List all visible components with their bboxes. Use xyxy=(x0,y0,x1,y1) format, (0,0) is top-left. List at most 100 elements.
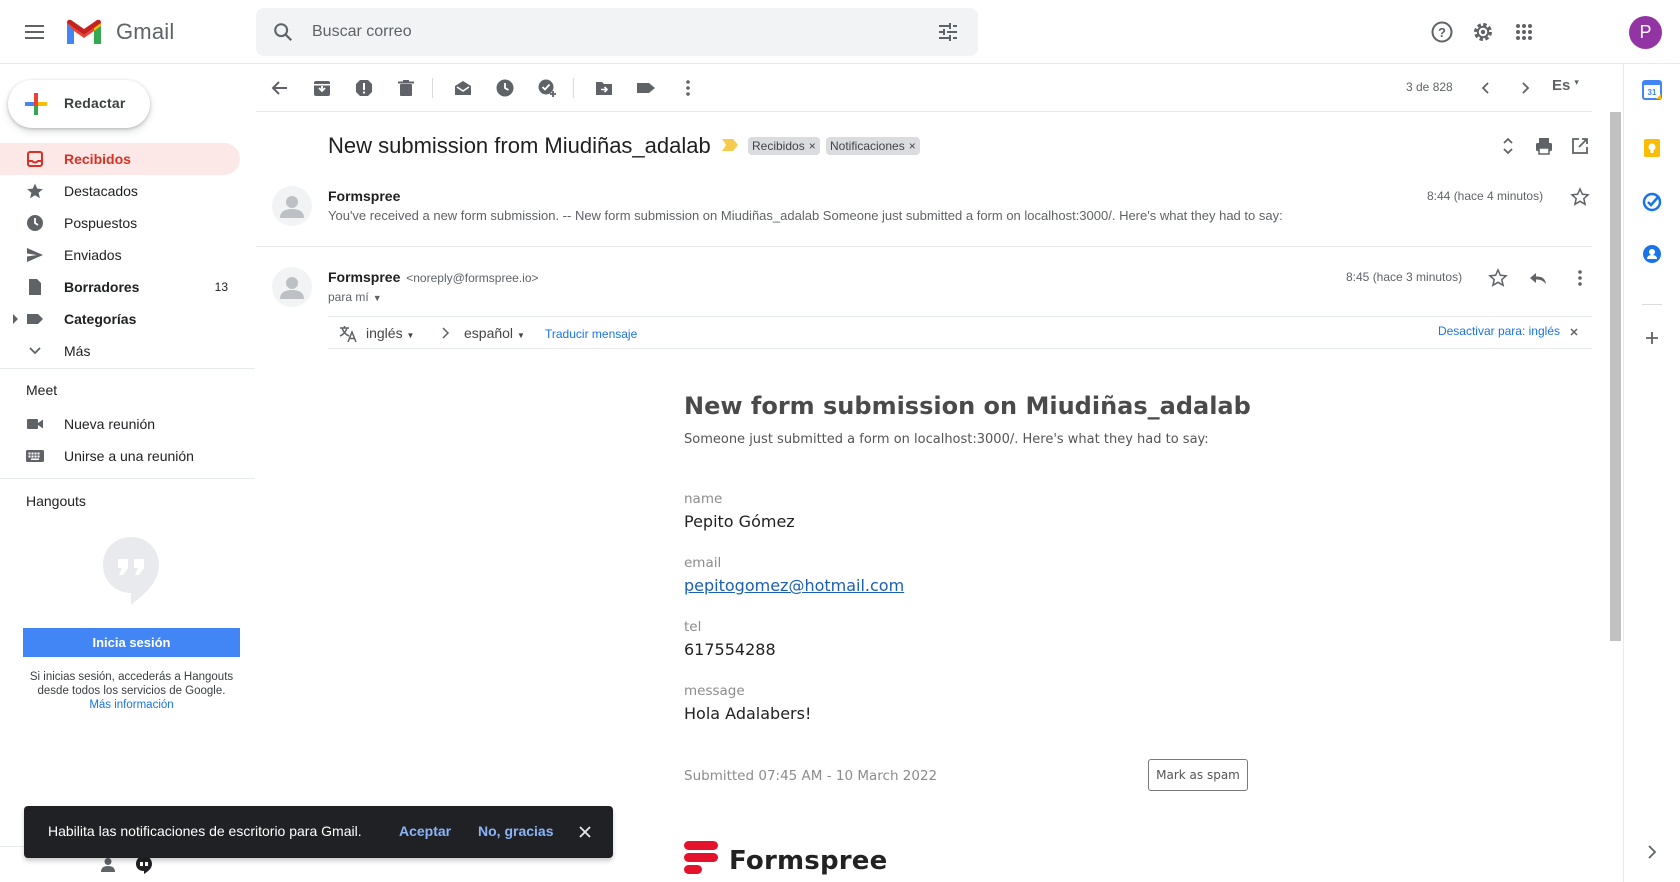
keep-icon[interactable] xyxy=(1642,138,1662,158)
gear-icon[interactable] xyxy=(1467,16,1499,48)
gmail-logo-icon[interactable] xyxy=(64,17,104,47)
print-icon[interactable] xyxy=(1534,136,1554,156)
sidebar-item-drafts[interactable]: Borradores 13 xyxy=(0,271,240,303)
search-bar[interactable] xyxy=(256,8,978,56)
report-spam-icon[interactable] xyxy=(354,78,374,98)
side-panel: 31 xyxy=(1623,64,1680,882)
divider xyxy=(0,368,255,369)
translate-icon xyxy=(338,324,358,344)
disable-translation-link[interactable]: Desactivar para: inglés xyxy=(1438,324,1560,338)
hangouts-more-info-link[interactable]: Más información xyxy=(18,699,245,711)
remove-label-button[interactable]: × xyxy=(909,139,916,153)
apps-icon[interactable] xyxy=(1508,16,1540,48)
close-icon[interactable] xyxy=(1568,326,1580,338)
message-snippet[interactable]: You've received a new form submission. -… xyxy=(328,208,1283,223)
field-key: message xyxy=(684,683,745,699)
email-link[interactable]: pepitogomez@hotmail.com xyxy=(684,576,904,595)
back-arrow-icon[interactable] xyxy=(270,78,290,98)
target-language-label: español xyxy=(464,325,514,341)
tasks-icon[interactable] xyxy=(1642,192,1662,212)
more-vert-icon[interactable] xyxy=(678,78,698,98)
label-chip-text: Notificaciones xyxy=(830,139,905,153)
translate-bar: inglés ▼ español ▼ Traducir mensaje Desa… xyxy=(328,316,1592,349)
hangouts-chat-icon[interactable] xyxy=(134,855,154,875)
message-toolbar: 3 de 828 Es ▾ xyxy=(256,64,1592,112)
importance-marker-icon[interactable] xyxy=(722,139,738,151)
close-icon[interactable] xyxy=(577,824,593,840)
search-icon[interactable] xyxy=(272,21,294,43)
inbox-icon xyxy=(26,150,44,168)
app-name[interactable]: Gmail xyxy=(116,19,174,45)
draft-icon xyxy=(26,278,44,296)
caret-down-icon[interactable]: ▼ xyxy=(373,293,382,303)
sidebar-item-categories[interactable]: Categorías xyxy=(0,303,240,335)
hangouts-signin-button[interactable]: Inicia sesión xyxy=(23,628,240,657)
caret-down-icon: ▼ xyxy=(516,331,525,340)
sidebar-item-more[interactable]: Más xyxy=(0,335,240,367)
more-vert-icon[interactable] xyxy=(1570,268,1590,288)
message-sender[interactable]: Formspree <noreply@formspree.io> xyxy=(328,269,539,285)
sidebar-item-label: Destacados xyxy=(64,183,138,199)
star-icon[interactable] xyxy=(1488,268,1508,288)
add-icon[interactable] xyxy=(1642,328,1662,348)
translate-message-link[interactable]: Traducir mensaje xyxy=(545,327,637,341)
expand-caret-icon[interactable] xyxy=(12,314,20,324)
move-to-icon[interactable] xyxy=(594,78,614,98)
formspree-logo-icon xyxy=(684,841,718,879)
contacts-icon[interactable] xyxy=(1642,244,1662,264)
pagination-count: 3 de 828 xyxy=(1406,80,1453,94)
add-task-icon[interactable] xyxy=(537,78,557,98)
compose-button[interactable]: Redactar xyxy=(8,80,150,128)
reply-icon[interactable] xyxy=(1528,268,1548,288)
sender-avatar xyxy=(272,267,312,307)
sidebar-item-label: Enviados xyxy=(64,247,122,263)
svg-text:?: ? xyxy=(1438,25,1446,40)
target-language-dropdown[interactable]: español ▼ xyxy=(464,325,525,341)
sidebar-item-sent[interactable]: Enviados xyxy=(0,239,240,271)
recipient-details[interactable]: para mí ▼ xyxy=(328,290,382,304)
sidebar-item-starred[interactable]: Destacados xyxy=(0,175,240,207)
open-new-window-icon[interactable] xyxy=(1570,136,1590,156)
person-icon[interactable] xyxy=(98,855,118,875)
delete-icon[interactable] xyxy=(396,78,416,98)
tune-icon[interactable] xyxy=(936,20,960,44)
input-language-selector[interactable]: Es ▾ xyxy=(1552,77,1579,94)
toolbar-separator xyxy=(573,78,574,98)
sidebar-item-inbox[interactable]: Recibidos xyxy=(0,143,240,175)
message-sender-name: Formspree xyxy=(328,269,401,285)
sidebar-item-label: Borradores xyxy=(64,279,140,295)
expand-all-icon[interactable] xyxy=(1498,136,1518,156)
chevron-right-icon xyxy=(440,327,450,339)
chevron-down-icon xyxy=(26,342,44,360)
message-sender[interactable]: Formspree xyxy=(328,188,400,204)
meet-nav: Nueva reunión Unirse a una reunión xyxy=(0,408,255,472)
label-icon[interactable] xyxy=(636,78,656,98)
sidebar-item-new-meeting[interactable]: Nueva reunión xyxy=(0,408,240,440)
field-value: Hola Adalabers! xyxy=(684,704,812,723)
help-icon[interactable]: ? xyxy=(1426,16,1458,48)
calendar-icon[interactable]: 31 xyxy=(1642,80,1662,100)
toast-accept-button[interactable]: Aceptar xyxy=(399,823,451,839)
toast-decline-button[interactable]: No, gracias xyxy=(478,823,553,839)
search-input[interactable] xyxy=(312,8,872,56)
sidebar-item-join-meeting[interactable]: Unirse a una reunión xyxy=(0,440,240,472)
chevron-right-icon[interactable] xyxy=(1642,842,1662,862)
star-icon[interactable] xyxy=(1570,187,1590,207)
newer-chevron-icon[interactable] xyxy=(1476,78,1496,98)
source-language-dropdown[interactable]: inglés ▼ xyxy=(366,325,414,341)
submitted-timestamp: Submitted 07:45 AM - 10 March 2022 xyxy=(684,768,938,784)
mark-as-spam-button[interactable]: Mark as spam xyxy=(1148,759,1248,791)
snooze-icon[interactable] xyxy=(495,78,515,98)
remove-label-button[interactable]: × xyxy=(809,139,816,153)
draft-count: 13 xyxy=(214,280,228,294)
sidebar-item-snoozed[interactable]: Pospuestos xyxy=(0,207,240,239)
caret-down-icon: ▾ xyxy=(1574,77,1579,87)
older-chevron-icon[interactable] xyxy=(1515,78,1535,98)
account-avatar[interactable]: P xyxy=(1629,16,1662,49)
email-body-subtitle: Someone just submitted a form on localho… xyxy=(684,432,1209,447)
archive-icon[interactable] xyxy=(312,78,332,98)
menu-icon[interactable] xyxy=(20,20,52,44)
mark-unread-icon[interactable] xyxy=(453,78,473,98)
scrollbar[interactable] xyxy=(1609,112,1621,641)
star-icon xyxy=(26,182,44,200)
